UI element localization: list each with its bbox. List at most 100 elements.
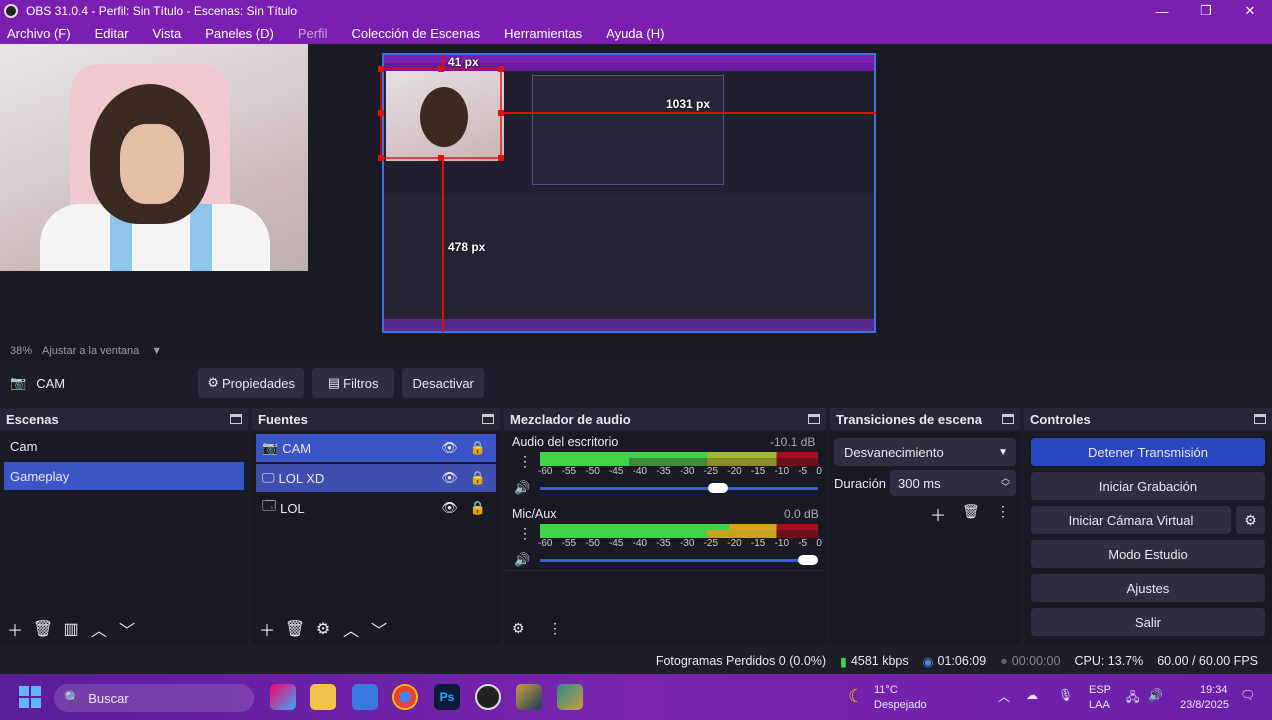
menu-perfil[interactable]: Perfil xyxy=(298,26,328,41)
stream-icon: ◉ xyxy=(922,654,934,669)
speaker-icon[interactable]: 🔊 xyxy=(514,552,530,568)
popout-icon[interactable] xyxy=(1002,414,1014,424)
scene-item-selected[interactable]: Gameplay xyxy=(4,462,244,490)
zoom-fit-label[interactable]: Ajustar a la ventana xyxy=(42,345,139,357)
chevron-down-icon[interactable]: ﹀ xyxy=(366,616,392,642)
properties-button[interactable]: ⚙ Propiedades xyxy=(198,368,305,398)
weather-desc[interactable]: Despejado xyxy=(874,699,927,711)
volume-icon[interactable]: 🔊 xyxy=(1148,688,1163,702)
scene-item[interactable]: Cam xyxy=(4,432,244,460)
nested-docks xyxy=(384,195,874,321)
source-item[interactable]: 📷 CAM 👁 🔒 xyxy=(256,434,496,462)
start-recording-button[interactable]: Iniciar Grabación xyxy=(1031,472,1265,500)
lang-code[interactable]: ESP xyxy=(1089,684,1111,696)
source-item[interactable]: 🗔 LOL 👁 🔒 xyxy=(256,494,496,522)
add-icon[interactable]: ＋ xyxy=(254,616,280,642)
copilot-icon[interactable] xyxy=(270,684,296,710)
volume-slider[interactable] xyxy=(540,559,818,562)
stepper-icon[interactable]: ︿ ﹀ xyxy=(1001,474,1010,492)
window-title: OBS 31.0.4 - Perfil: Sin Título - Escena… xyxy=(26,4,298,18)
mic-icon[interactable]: 🎙 xyxy=(1058,688,1073,702)
fps: 60.00 / 60.00 FPS xyxy=(1157,654,1258,668)
eye-icon[interactable]: 👁 xyxy=(441,470,458,486)
source-item[interactable]: 🖵 LOL XD 👁 🔒 xyxy=(256,464,496,492)
more-icon[interactable]: ⋮ xyxy=(518,525,532,542)
add-icon[interactable]: ＋ xyxy=(930,502,946,526)
gear-icon[interactable]: ⚙ xyxy=(1236,506,1265,534)
notification-icon[interactable]: 🗨 xyxy=(1240,688,1255,702)
title-bar: OBS 31.0.4 - Perfil: Sin Título - Escena… xyxy=(0,0,1272,22)
filter-icon[interactable]: ▥ xyxy=(58,616,84,642)
chrome-icon[interactable] xyxy=(392,684,418,710)
menu-editar[interactable]: Editar xyxy=(95,26,129,41)
popout-icon[interactable] xyxy=(808,414,820,424)
program-canvas[interactable] xyxy=(382,53,876,333)
menu-vista[interactable]: Vista xyxy=(153,26,182,41)
photoshop-icon[interactable]: Ps xyxy=(434,684,460,710)
trash-icon[interactable]: 🗑 xyxy=(962,503,980,520)
zoom-bar: 38% Ajustar a la ventana ▼ xyxy=(0,342,1272,360)
studio-mode-button[interactable]: Modo Estudio xyxy=(1031,540,1265,568)
duration-input[interactable]: 300 ms ︿ ﹀ xyxy=(890,470,1016,496)
more-icon[interactable]: ⋮ xyxy=(548,620,562,637)
volume-slider-handle[interactable] xyxy=(798,555,818,565)
menu-herramientas[interactable]: Herramientas xyxy=(504,26,582,41)
menu-coleccion-escenas[interactable]: Colección de Escenas xyxy=(351,26,480,41)
more-icon[interactable]: ⋮ xyxy=(518,453,532,470)
lock-icon[interactable]: 🔒 xyxy=(470,500,486,516)
taskbar-search[interactable]: 🔍 Buscar xyxy=(54,684,254,712)
popout-icon[interactable] xyxy=(230,414,242,424)
obs-icon[interactable] xyxy=(475,684,501,710)
stop-streaming-button[interactable]: Detener Transmisión xyxy=(1031,438,1265,466)
maximize-button[interactable]: ❐ xyxy=(1186,0,1226,22)
controls-title: Controles xyxy=(1030,411,1091,427)
mixer-title: Mezclador de audio xyxy=(510,411,631,427)
measure-top: 41 px xyxy=(448,55,479,69)
gear-icon[interactable]: ⚙ xyxy=(310,616,336,642)
deactivate-button[interactable]: Desactivar xyxy=(402,368,485,398)
popout-icon[interactable] xyxy=(1254,414,1266,424)
file-explorer-icon[interactable] xyxy=(310,684,336,710)
menu-ayuda[interactable]: Ayuda (H) xyxy=(606,26,664,41)
volume-slider[interactable] xyxy=(540,487,818,490)
lang-layout[interactable]: LAA xyxy=(1089,699,1110,711)
chevron-up-icon[interactable]: ︿ xyxy=(86,616,112,642)
chevron-up-icon[interactable]: ︿ xyxy=(338,616,364,642)
cloud-icon[interactable]: ☁ xyxy=(1026,688,1038,702)
selected-cam-source[interactable] xyxy=(386,71,504,161)
close-button[interactable]: ✕ xyxy=(1230,0,1270,22)
chevron-up-icon[interactable]: ︿ xyxy=(998,688,1010,705)
transition-select[interactable]: Desvanecimiento ▼ xyxy=(834,438,1016,466)
windows-start-icon[interactable] xyxy=(19,686,41,708)
store-icon[interactable] xyxy=(352,684,378,710)
zoom-dropdown-icon[interactable]: ▼ xyxy=(151,345,162,357)
menu-archivo[interactable]: Archivo (F) xyxy=(7,26,71,41)
filters-button[interactable]: ▤ Filtros xyxy=(312,368,395,398)
more-icon[interactable]: ⋮ xyxy=(996,503,1010,520)
menu-paneles[interactable]: Paneles (D) xyxy=(205,26,274,41)
network-icon[interactable]: 🖧 xyxy=(1126,688,1139,709)
trash-icon[interactable]: 🗑 xyxy=(282,616,308,642)
lock-icon[interactable]: 🔒 xyxy=(470,440,486,456)
source-toolbar: 📷 CAM ⚙ Propiedades ▤ Filtros Desactivar xyxy=(0,362,1272,404)
exit-button[interactable]: Salir xyxy=(1031,608,1265,636)
minimize-button[interactable]: — xyxy=(1142,0,1182,22)
weather-temp[interactable]: 11°C xyxy=(874,684,898,696)
lock-icon[interactable]: 🔒 xyxy=(470,470,486,486)
clock-time[interactable]: 19:34 xyxy=(1200,684,1228,696)
chevron-down-icon[interactable]: ﹀ xyxy=(114,616,140,642)
league-icon[interactable] xyxy=(516,684,542,710)
settings-button[interactable]: Ajustes xyxy=(1031,574,1265,602)
eye-icon[interactable]: 👁 xyxy=(441,440,458,456)
eye-icon[interactable]: 👁 xyxy=(441,500,458,516)
popout-icon[interactable] xyxy=(482,414,494,424)
league-client-icon[interactable] xyxy=(557,684,583,710)
volume-slider-handle[interactable] xyxy=(708,483,728,493)
advanced-audio-gear-icon[interactable]: ⚙ xyxy=(512,620,525,637)
add-icon[interactable]: ＋ xyxy=(2,616,28,642)
audio-meter xyxy=(540,530,818,538)
start-virtual-camera-button[interactable]: Iniciar Cámara Virtual xyxy=(1031,506,1231,534)
speaker-icon[interactable]: 🔊 xyxy=(514,480,530,496)
clock-date[interactable]: 23/8/2025 xyxy=(1180,699,1229,711)
trash-icon[interactable]: 🗑 xyxy=(30,616,56,642)
